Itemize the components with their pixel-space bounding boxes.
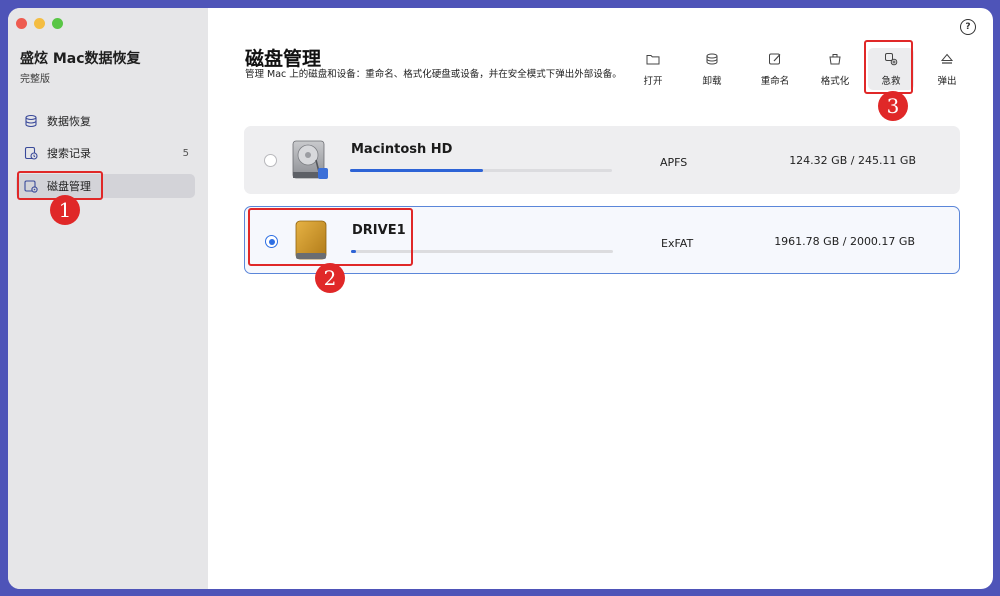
callout-box-2 [248,208,413,266]
rename-icon [767,51,783,67]
app-window: 盛炫 Mac数据恢复 完整版 数据恢复 搜索记录 5 磁盘管理 ? 磁盘管理 管… [8,8,993,589]
tool-label: 弹出 [937,76,957,87]
format-icon [827,51,843,67]
sidebar-item-label: 搜索记录 [47,147,91,160]
disk-usage-bar [350,169,612,172]
app-title: 盛炫 Mac数据恢复 [20,51,141,67]
callout-number-1: 1 [50,195,80,225]
callout-box-3 [864,40,913,94]
minimize-window-button[interactable] [34,18,45,29]
sidebar-item-data-recovery[interactable]: 数据恢复 [16,109,195,133]
disk-radio[interactable] [264,154,277,167]
history-icon [24,146,38,160]
tool-label: 打开 [643,76,663,87]
count-badge: 5 [182,147,189,159]
disk-usage-fill [350,169,483,172]
tool-label: 重命名 [760,76,790,87]
open-button[interactable]: 打开 [630,48,676,90]
sidebar: 盛炫 Mac数据恢复 完整版 数据恢复 搜索记录 5 磁盘管理 [8,8,208,589]
format-button[interactable]: 格式化 [812,48,858,90]
zoom-window-button[interactable] [52,18,63,29]
disk-capacity: 124.32 GB / 245.11 GB [789,154,916,167]
tool-label: 格式化 [820,76,850,87]
close-window-button[interactable] [16,18,27,29]
help-icon: ? [965,22,971,32]
disk-filesystem: APFS [660,156,688,169]
disk-capacity: 1961.78 GB / 2000.17 GB [774,235,915,248]
app-edition: 完整版 [20,74,50,85]
callout-number-2: 2 [315,263,345,293]
eject-icon [939,51,955,67]
disk-row-macintosh-hd[interactable]: Macintosh HD APFS 124.32 GB / 245.11 GB [244,126,960,194]
database-icon [24,114,38,128]
rename-button[interactable]: 重命名 [752,48,798,90]
callout-number-3: 3 [878,91,908,121]
page-description: 管理 Mac 上的磁盘和设备：重命名、格式化硬盘或设备，并在安全模式下弹出外部设… [245,69,622,80]
main-content: ? 磁盘管理 管理 Mac 上的磁盘和设备：重命名、格式化硬盘或设备，并在安全模… [208,8,993,589]
unmount-button[interactable]: 卸载 [689,48,735,90]
internal-drive-icon [290,138,330,182]
page-title: 磁盘管理 [245,48,322,70]
disk-filesystem: ExFAT [661,237,694,250]
unmount-icon [704,51,720,67]
disk-name: Macintosh HD [351,142,453,157]
tool-label: 卸载 [702,76,722,87]
eject-button[interactable]: 弹出 [924,48,970,90]
folder-icon [645,51,661,67]
help-button[interactable]: ? [960,19,976,35]
sidebar-item-label: 数据恢复 [47,115,91,128]
sidebar-item-search-history[interactable]: 搜索记录 5 [16,141,195,165]
